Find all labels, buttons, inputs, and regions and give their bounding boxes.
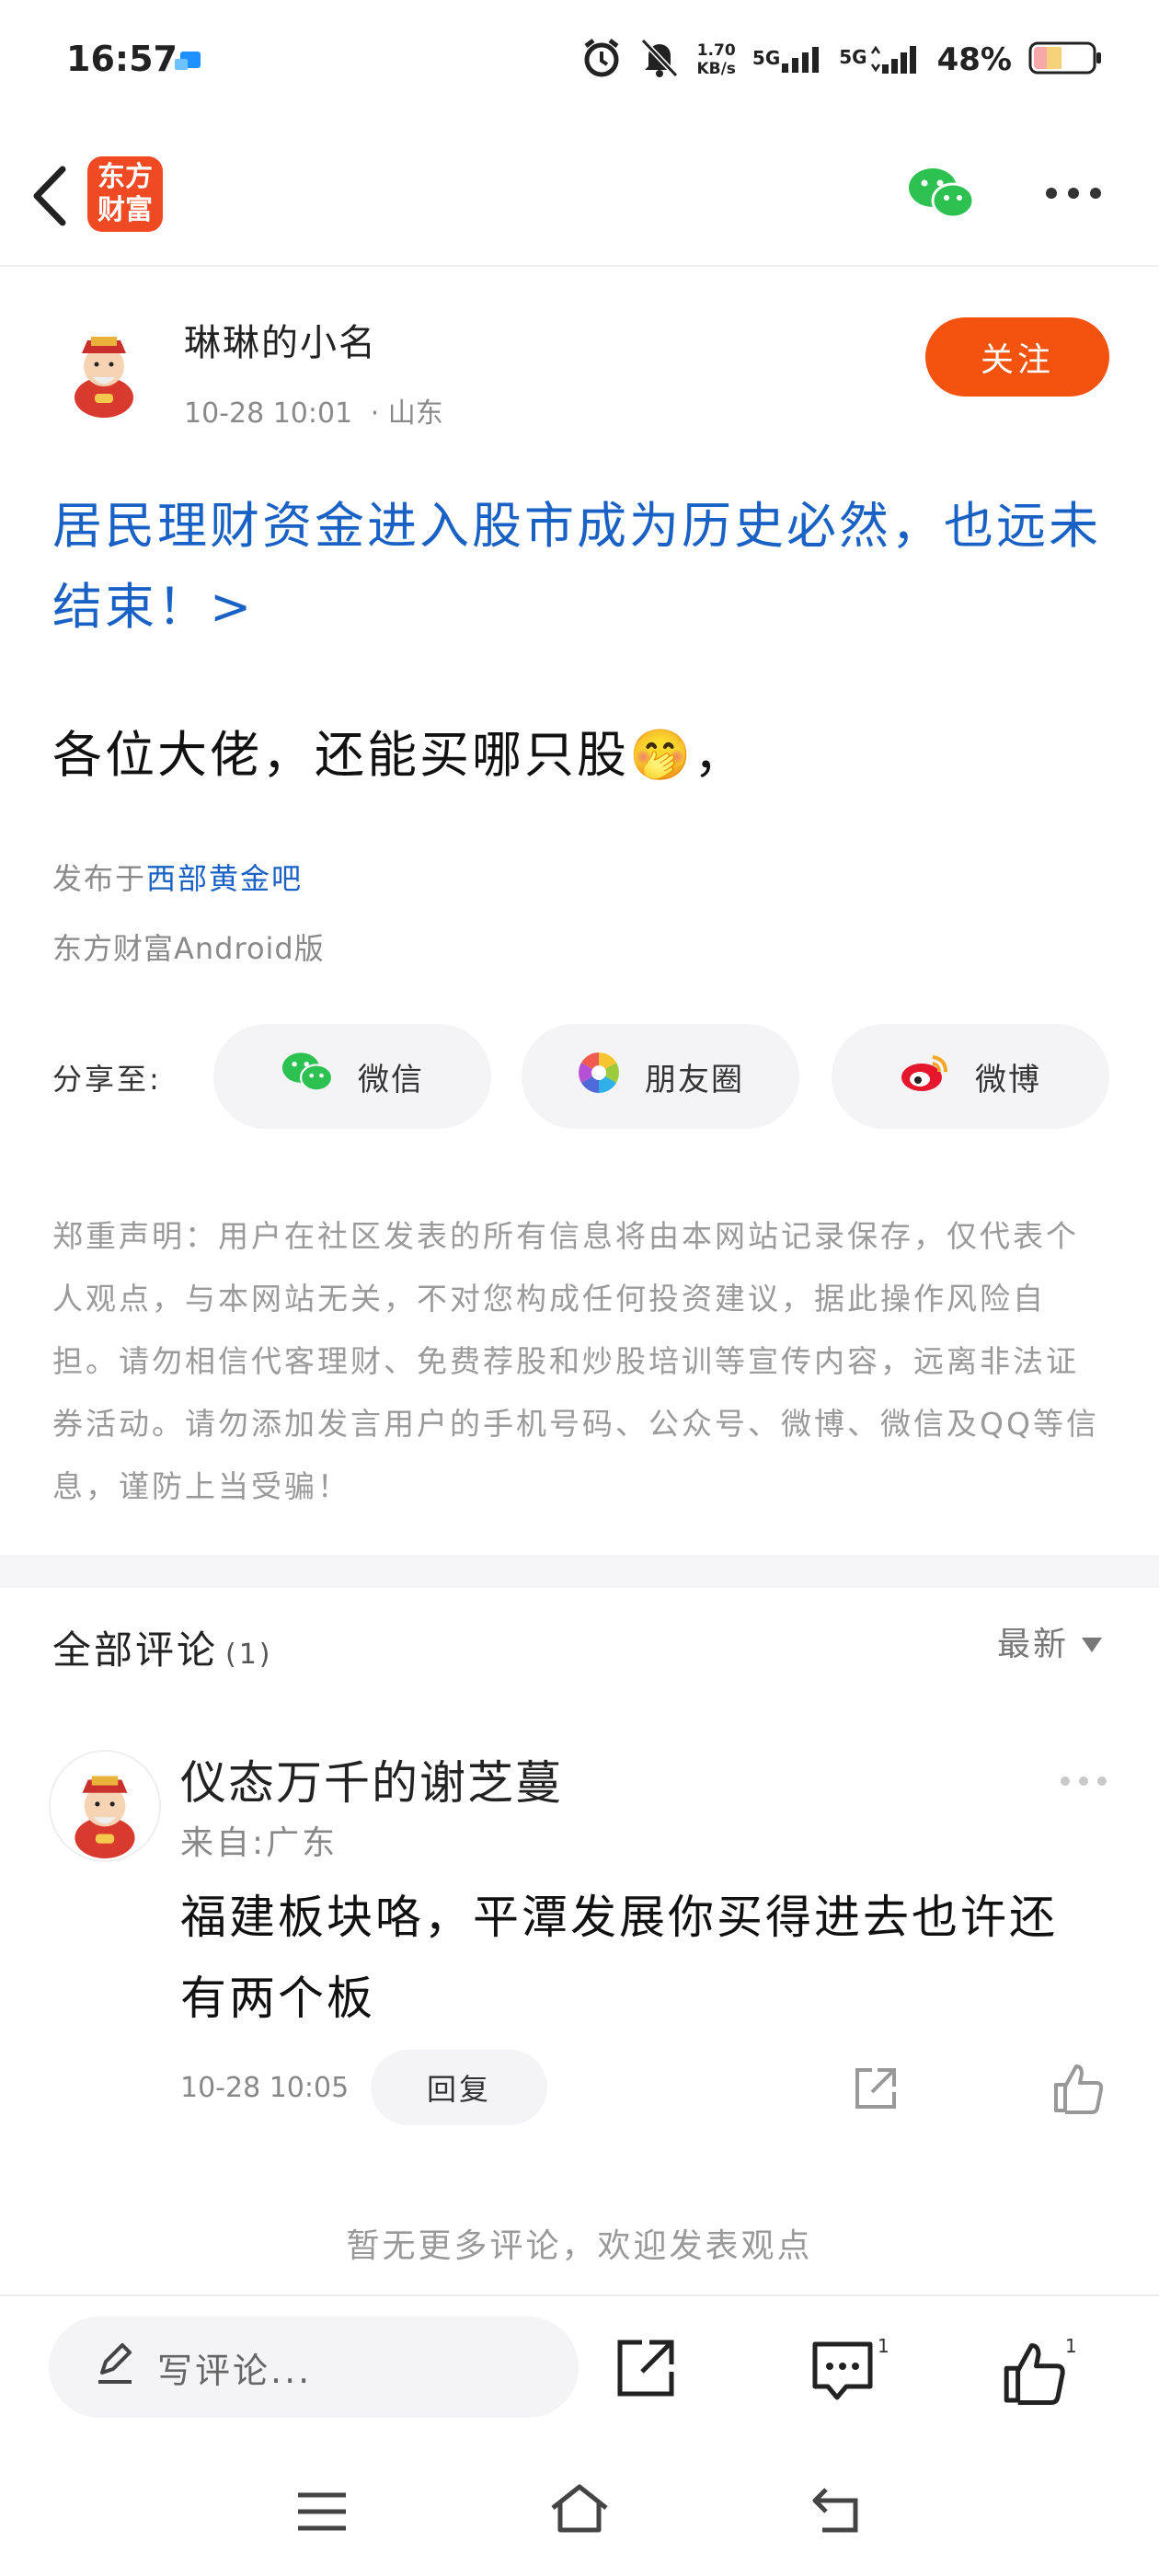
comment-more-icon[interactable] [1058, 1774, 1109, 1788]
wechat-icon[interactable] [907, 166, 975, 223]
follow-button[interactable]: 关注 [925, 317, 1109, 397]
post-meta: 10-28 10:01 · 山东 [184, 390, 443, 431]
author-name[interactable]: 琳琳的小名 [184, 313, 377, 366]
back-nav-icon[interactable] [809, 2484, 866, 2536]
likes-count-badge: 1 [1065, 2335, 1077, 2357]
comments-count-badge: 1 [878, 2335, 889, 2357]
post-body: 各位大佬，还能买哪只股🤭， [52, 726, 747, 784]
reply-button[interactable]: 回复 [371, 2050, 547, 2125]
comment-text: 福建板块咯，平潭发展你买得进去也许还有两个板 [180, 1891, 1058, 2025]
mute-bell-icon [639, 37, 680, 83]
post-time: 10-28 10:01 [184, 397, 353, 430]
comment-count: (1) [225, 1639, 273, 1671]
commenter-location: 来自:广东 [180, 1824, 339, 1862]
battery-percent: 48% [936, 41, 1012, 78]
share-out-icon[interactable] [850, 2064, 900, 2114]
more-dots-icon[interactable] [1043, 184, 1104, 202]
signal-1: 5G [752, 47, 822, 73]
commenter-name[interactable]: 仪态万千的谢芝蔓 [180, 1746, 563, 1812]
bottom-bar-divider [0, 2294, 1159, 2296]
disclaimer: 郑重声明：用户在社区发表的所有信息将由本网站记录保存，仅代表个人观点，与本网站无… [52, 1218, 1099, 1504]
share-wechat-button[interactable]: 微信 [213, 1024, 491, 1129]
battery-icon [1028, 40, 1104, 80]
menu-nav-icon[interactable] [294, 2490, 350, 2534]
post-headline-link[interactable]: 居民理财资金进入股市成为历史必然，也远未结束！> [52, 486, 1110, 648]
share-button[interactable] [614, 2337, 677, 2399]
no-more-comments: 暂无更多评论，欢迎发表观点 [346, 2227, 813, 2265]
weibo-icon [900, 1052, 951, 1102]
status-indicators: 1.70 KB/s 5G 5G 48% [580, 37, 1104, 83]
alarm-icon [580, 37, 623, 83]
like-button[interactable]: 1 [1001, 2335, 1089, 2409]
triangle-down-icon [1082, 1623, 1102, 1661]
section-divider [0, 1555, 1159, 1588]
author-avatar[interactable] [51, 313, 157, 420]
net-speed: 1.70 KB/s [696, 41, 736, 78]
comment-time: 10-28 10:05 [180, 2072, 350, 2104]
share-weibo-button[interactable]: 微博 [832, 1024, 1109, 1129]
signal-2: 5G [839, 46, 920, 74]
post-location: · 山东 [370, 397, 443, 430]
header-divider [0, 265, 1159, 267]
share-moments-button[interactable]: 朋友圈 [522, 1024, 799, 1129]
wechat-icon [281, 1051, 334, 1103]
back-button[interactable] [28, 164, 74, 228]
comment-input[interactable]: 写评论... [49, 2317, 579, 2418]
published-in: 发布于西部黄金吧 [52, 861, 304, 896]
bar-link[interactable]: 西部黄金吧 [146, 861, 303, 896]
comments-button[interactable]: 1 [809, 2335, 898, 2409]
app-logo: 东方 财富 [87, 156, 163, 232]
client-info: 东方财富Android版 [52, 931, 325, 966]
pencil-icon [95, 2341, 135, 2394]
sort-dropdown[interactable]: 最新 [997, 1617, 1102, 1665]
like-icon[interactable] [1052, 2061, 1104, 2114]
status-time: 16:57 [66, 39, 178, 79]
home-nav-icon[interactable] [547, 2482, 612, 2536]
share-label: 分享至: [52, 1062, 162, 1097]
moments-icon [577, 1051, 621, 1103]
comments-title: 全部评论 (1) [52, 1627, 273, 1673]
commenter-avatar[interactable] [49, 1750, 161, 1862]
app-notification-icon [173, 48, 204, 75]
